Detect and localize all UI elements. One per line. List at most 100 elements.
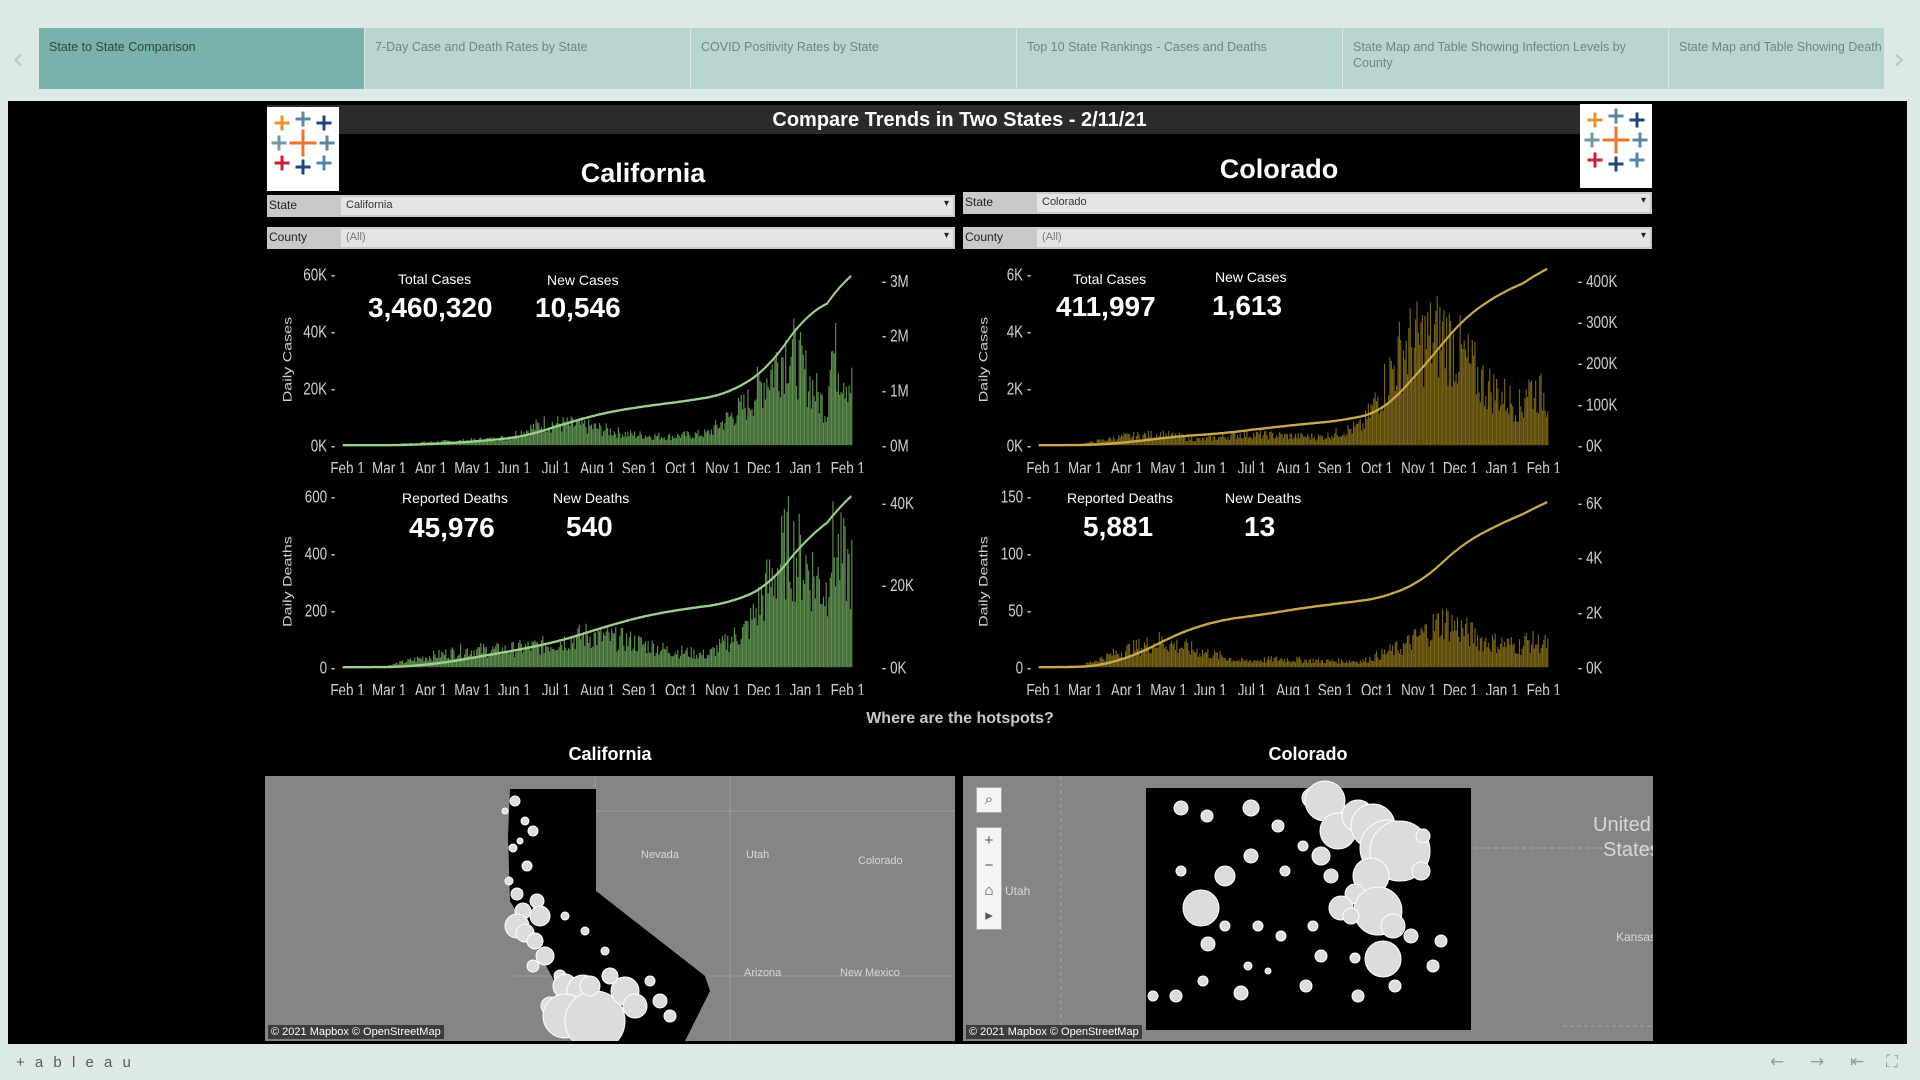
tab-top-10-rankings[interactable]: Top 10 State Rankings - Cases and Deaths xyxy=(1017,28,1342,89)
pan-arrow-icon[interactable]: ▸ xyxy=(977,903,1001,928)
county-bubble[interactable] xyxy=(1243,961,1253,971)
county-bubble[interactable] xyxy=(1349,952,1361,964)
zoom-out-icon[interactable]: − xyxy=(977,853,1001,878)
prev-story-arrow-icon[interactable]: ‹ xyxy=(12,40,24,80)
county-bubble[interactable] xyxy=(579,975,601,997)
x-tick-label: Jun 1 xyxy=(1194,681,1227,695)
county-bubble[interactable] xyxy=(509,795,521,807)
county-bubble[interactable] xyxy=(1311,846,1331,866)
county-dropdown-right[interactable]: (All) ▾ xyxy=(1037,229,1650,247)
undo-icon[interactable]: ← xyxy=(1770,1052,1784,1072)
california-map[interactable]: Nevada Utah Colorado Arizona New Mexico … xyxy=(265,776,955,1041)
daily-bar xyxy=(1405,642,1407,668)
county-bubble[interactable] xyxy=(1243,848,1259,864)
county-bubble[interactable] xyxy=(644,975,656,987)
county-bubble[interactable] xyxy=(526,932,544,950)
home-icon[interactable]: ⌂ xyxy=(977,878,1001,903)
county-bubble[interactable] xyxy=(504,876,514,886)
daily-bar xyxy=(1164,648,1166,668)
tab-positivity-rates[interactable]: COVID Positivity Rates by State xyxy=(691,28,1016,89)
county-bubble[interactable] xyxy=(1175,865,1187,877)
county-bubble[interactable] xyxy=(535,946,555,966)
county-bubble[interactable] xyxy=(510,887,524,901)
county-bubble[interactable] xyxy=(1426,959,1440,973)
tab-infection-levels-county[interactable]: State Map and Table Showing Infection Le… xyxy=(1343,28,1668,89)
county-bubble[interactable] xyxy=(516,837,524,845)
county-bubble[interactable] xyxy=(1388,979,1402,993)
county-bubble[interactable] xyxy=(1173,800,1189,816)
tab-death-map[interactable]: State Map and Table Showing Death xyxy=(1669,28,1884,89)
county-bubble[interactable] xyxy=(601,967,619,985)
daily-bar xyxy=(1424,315,1426,446)
county-bubble[interactable] xyxy=(600,946,610,956)
county-bubble[interactable] xyxy=(1415,828,1431,844)
county-bubble[interactable] xyxy=(1342,907,1360,925)
county-bubble[interactable] xyxy=(663,1009,677,1023)
county-bubble[interactable] xyxy=(652,993,668,1009)
daily-bar xyxy=(1518,389,1521,446)
county-bubble[interactable] xyxy=(1314,949,1328,963)
county-bubble[interactable] xyxy=(1147,990,1159,1002)
county-bubble[interactable] xyxy=(1380,913,1406,939)
state-dropdown-left[interactable]: California ▾ xyxy=(341,197,953,215)
daily-bar xyxy=(681,434,683,446)
county-bubble[interactable] xyxy=(1200,936,1216,952)
daily-bar xyxy=(573,638,575,668)
county-bubble[interactable] xyxy=(1197,975,1209,987)
county-bubble[interactable] xyxy=(529,905,551,927)
daily-bar xyxy=(1350,428,1352,446)
county-bubble[interactable] xyxy=(521,860,533,872)
daily-bar xyxy=(603,431,605,446)
county-bubble[interactable] xyxy=(527,825,539,837)
county-bubble[interactable] xyxy=(1242,799,1260,817)
county-bubble[interactable] xyxy=(1351,989,1365,1003)
map-attribution[interactable]: © 2021 Mapbox © OpenStreetMap xyxy=(966,1025,1142,1039)
county-bubble[interactable] xyxy=(1219,920,1231,932)
county-bubble[interactable] xyxy=(1252,920,1264,932)
next-story-arrow-icon[interactable]: › xyxy=(1893,40,1905,80)
county-bubble[interactable] xyxy=(580,926,590,936)
county-bubble[interactable] xyxy=(1403,928,1419,944)
tableau-brand[interactable]: + a b l e a u xyxy=(16,1054,134,1071)
county-bubble[interactable] xyxy=(1279,865,1291,877)
county-bubble[interactable] xyxy=(1364,940,1402,978)
county-bubble[interactable] xyxy=(1299,979,1313,993)
county-bubble[interactable] xyxy=(1200,809,1214,823)
county-bubble[interactable] xyxy=(1271,819,1285,833)
county-bubble[interactable] xyxy=(1307,920,1319,932)
colorado-map[interactable]: United States Utah Kansas © 2021 Mapbox … xyxy=(963,776,1653,1041)
county-bubble[interactable] xyxy=(560,911,570,921)
county-bubble[interactable] xyxy=(1297,840,1309,852)
county-bubble[interactable] xyxy=(1214,865,1236,887)
daily-bar xyxy=(764,399,767,446)
county-bubble[interactable] xyxy=(1434,934,1448,948)
county-bubble[interactable] xyxy=(1275,930,1287,942)
map-attribution[interactable]: © 2021 Mapbox © OpenStreetMap xyxy=(268,1025,444,1039)
county-bubble[interactable] xyxy=(526,959,540,973)
county-dropdown-left[interactable]: (All) ▾ xyxy=(341,229,953,247)
county-bubble[interactable] xyxy=(1233,985,1249,1001)
revert-icon[interactable]: ⇤ xyxy=(1850,1052,1864,1072)
fullscreen-icon[interactable]: ⛶ xyxy=(1886,1052,1898,1072)
tab-state-to-state[interactable]: State to State Comparison xyxy=(39,28,364,89)
state-dropdown-right[interactable]: Colorado ▾ xyxy=(1037,194,1650,212)
daily-bar xyxy=(1481,637,1483,668)
county-bubble[interactable] xyxy=(501,807,509,815)
county-bubble[interactable] xyxy=(1264,967,1272,975)
daily-bar xyxy=(1358,663,1360,668)
new-cases-label-right: New Cases xyxy=(1215,269,1287,285)
county-bubble[interactable] xyxy=(520,816,530,826)
zoom-in-icon[interactable]: + xyxy=(977,828,1001,853)
daily-bar xyxy=(593,632,595,668)
tab-7-day-rates[interactable]: 7-Day Case and Death Rates by State xyxy=(365,28,690,89)
county-bubble[interactable] xyxy=(1411,861,1431,881)
daily-bar xyxy=(1471,622,1473,668)
county-bubble[interactable] xyxy=(1182,889,1220,927)
x-tick-label: Apr 1 xyxy=(415,681,447,695)
county-bubble[interactable] xyxy=(1169,989,1183,1003)
county-bubble[interactable] xyxy=(1323,868,1339,884)
county-bubble[interactable] xyxy=(508,843,518,853)
county-bubble[interactable] xyxy=(622,993,648,1019)
redo-icon[interactable]: → xyxy=(1810,1052,1824,1072)
map-search-icon[interactable]: ⌕ xyxy=(976,787,1002,813)
